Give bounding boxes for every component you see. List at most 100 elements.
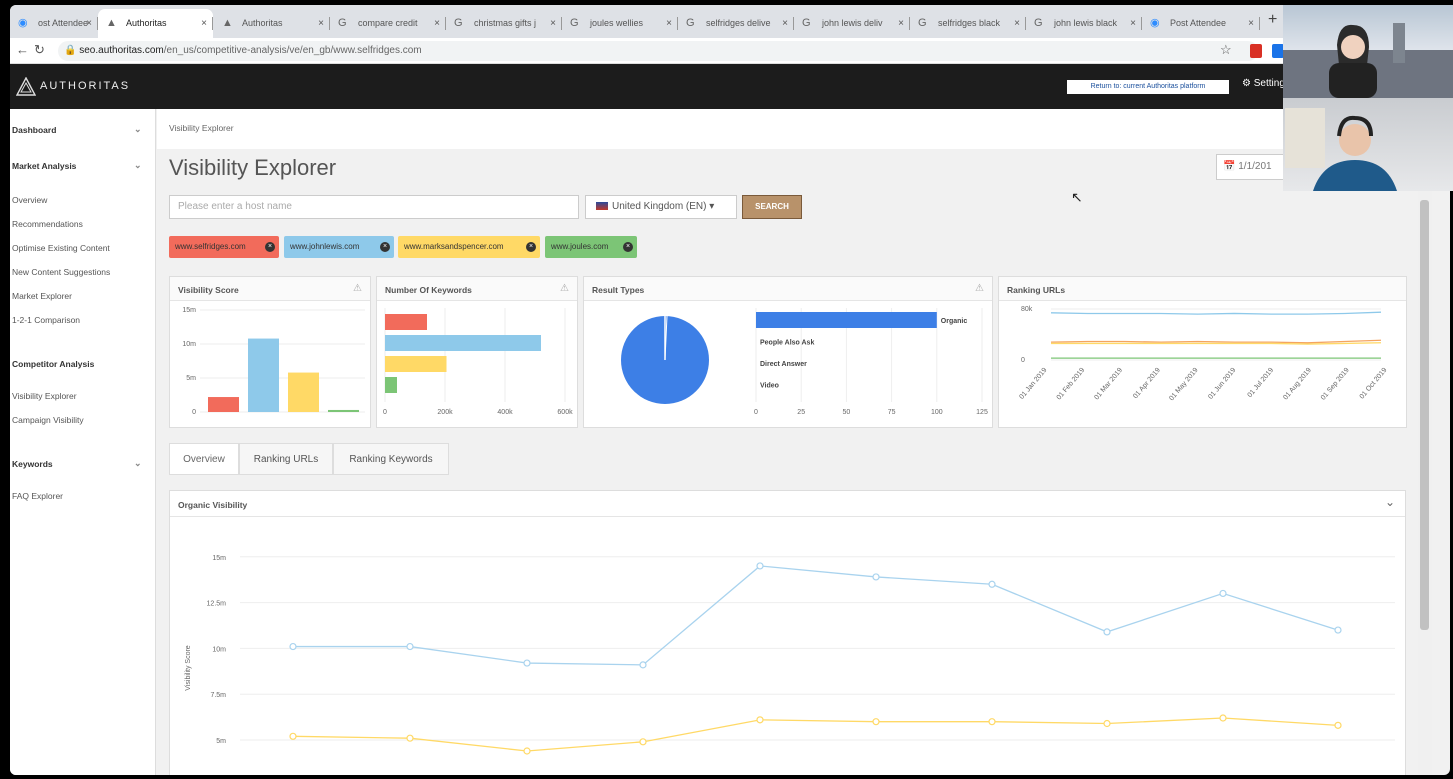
close-tab-icon[interactable]: ×	[1130, 9, 1136, 38]
browser-tab[interactable]: Gjohn lewis black ×	[1026, 9, 1142, 38]
data-point	[756, 562, 764, 570]
sidebar-item[interactable]: 1-2-1 Comparison	[12, 315, 80, 325]
scrollbar-thumb[interactable]	[1420, 200, 1429, 630]
remove-domain-icon[interactable]: ×	[265, 242, 275, 252]
webcam-video	[1283, 98, 1453, 191]
panel-title: Ranking URLs	[999, 277, 1406, 301]
browser-tab[interactable]: Gchristmas gifts j ×	[446, 9, 562, 38]
sidebar-item[interactable]: Overview	[12, 195, 47, 205]
sidebar-section-heading[interactable]: Market Analysis ⌄	[12, 160, 142, 171]
y-axis-label: Visibility Score	[185, 645, 192, 690]
data-point	[872, 718, 880, 726]
extension-icon[interactable]	[1250, 44, 1262, 58]
sidebar-item[interactable]: FAQ Explorer	[12, 491, 63, 501]
webcam-video	[1283, 5, 1453, 98]
tab-label: selfridges delive	[706, 18, 771, 28]
sidebar-section-heading[interactable]: Dashboard ⌄	[12, 124, 142, 135]
search-button[interactable]: SEARCH	[742, 195, 802, 219]
data-point	[1334, 721, 1342, 729]
data-point	[523, 747, 531, 755]
reload-icon[interactable]: ↻	[34, 42, 45, 58]
close-tab-icon[interactable]: ×	[898, 9, 904, 38]
warning-icon[interactable]: ⚠	[560, 283, 569, 294]
domain-chip[interactable]: www.selfridges.com ×	[169, 236, 279, 258]
organic-visibility-panel: Organic Visibility ⌄ 5m7.5m10m12.5m15m17…	[169, 490, 1406, 775]
chevron-down-icon[interactable]: ⌄	[1385, 495, 1395, 509]
sidebar-item[interactable]: Recommendations	[12, 219, 83, 229]
browser-tab[interactable]: Gselfridges black ×	[910, 9, 1026, 38]
google-icon: G	[570, 17, 579, 29]
sidebar-item[interactable]: Visibility Explorer	[12, 391, 77, 401]
bar	[208, 397, 239, 412]
category-label: Video	[760, 383, 779, 390]
sidebar-section-heading[interactable]: Keywords ⌄	[12, 458, 142, 469]
tab-label: ost Attendee	[38, 18, 89, 28]
close-tab-icon[interactable]: ×	[782, 9, 788, 38]
new-tab-icon[interactable]: +	[1268, 11, 1277, 29]
close-tab-icon[interactable]: ×	[1014, 9, 1020, 38]
remove-domain-icon[interactable]: ×	[623, 242, 633, 252]
close-tab-icon[interactable]: ×	[434, 9, 440, 38]
x-tick-label: 75	[888, 409, 896, 416]
data-point	[1219, 589, 1227, 598]
country-value: United Kingdom (EN)	[612, 201, 707, 212]
browser-tab[interactable]: Gjoules wellies ×	[562, 9, 678, 38]
y-tick-label: 0	[192, 409, 196, 416]
ranking-urls-panel: Ranking URLs 0 80k 01 Jan 2019 01 Feb 2019 0…	[998, 276, 1407, 428]
browser-tab[interactable]: ◉ ost Attendee ×	[10, 9, 98, 38]
browser-tab[interactable]: Gcompare credit ×	[330, 9, 446, 38]
browser-tab[interactable]: Gjohn lewis deliv ×	[794, 9, 910, 38]
sidebar-item-label: 1-2-1 Comparison	[12, 315, 81, 325]
domain-chip[interactable]: www.johnlewis.com ×	[284, 236, 394, 258]
back-icon[interactable]: ←	[16, 42, 29, 57]
sidebar-item[interactable]: Market Explorer	[12, 291, 72, 301]
close-tab-icon[interactable]: ×	[201, 9, 207, 38]
series-line	[1050, 339, 1382, 344]
country-select[interactable]: United Kingdom (EN) ▾	[585, 195, 737, 219]
tab-overview[interactable]: Overview	[169, 443, 239, 475]
domain-chip-label: www.selfridges.com	[175, 242, 246, 251]
category-label: Direct Answer	[760, 361, 807, 368]
sidebar-item[interactable]: New Content Suggestions	[12, 267, 110, 277]
sidebar-section-heading[interactable]: Competitor Analysis	[12, 359, 94, 369]
data-point	[1219, 714, 1227, 722]
sidebar-item[interactable]: Optimise Existing Content	[12, 243, 110, 253]
close-tab-icon[interactable]: ×	[1248, 9, 1254, 38]
address-bar-row: ← ↻ 🔒 seo.authoritas.com/en_us/competiti…	[10, 38, 1450, 64]
mouse-cursor-icon: ↖	[1071, 189, 1083, 205]
tab-ranking-keywords[interactable]: Ranking Keywords	[333, 443, 449, 475]
y-tick-label: 15m	[182, 307, 196, 314]
google-icon: G	[338, 17, 347, 29]
browser-tab[interactable]: ▲ Authoritas ×	[214, 9, 330, 38]
close-tab-icon[interactable]: ×	[550, 9, 556, 38]
browser-tab[interactable]: ◉ Post Attendee ×	[1142, 9, 1260, 38]
x-tick-label: 200k	[437, 409, 453, 416]
browser-tab[interactable]: ▲ Authoritas ×	[98, 9, 213, 38]
close-tab-icon[interactable]: ×	[318, 9, 324, 38]
tab-ranking-urls[interactable]: Ranking URLs	[239, 443, 333, 475]
warning-icon[interactable]: ⚠	[353, 283, 362, 294]
url-input[interactable]: 🔒 seo.authoritas.com/en_us/competitive-a…	[58, 41, 1258, 61]
close-tab-icon[interactable]: ×	[666, 9, 672, 38]
zoom-icon: ◉	[1150, 17, 1160, 29]
sidebar-item-label: Competitor Analysis	[12, 359, 95, 369]
x-tick-label: 01 Jul 2019	[1247, 367, 1276, 399]
result-types-panel: Result Types ⚠ 0 25 50 75 100 125 Organic Peopl…	[583, 276, 993, 428]
close-tab-icon[interactable]: ×	[86, 9, 92, 38]
data-point	[988, 580, 996, 588]
y-tick-label: 7.5m	[210, 692, 226, 699]
series-line	[293, 565, 1339, 666]
browser-tab[interactable]: Gselfridges delive ×	[678, 9, 794, 38]
x-tick-label: 01 Apr 2019	[1132, 367, 1162, 401]
domain-chip[interactable]: www.joules.com ×	[545, 236, 637, 258]
remove-domain-icon[interactable]: ×	[526, 242, 536, 252]
host-name-input[interactable]: Please enter a host name	[169, 195, 579, 219]
webcam-person	[1283, 23, 1453, 98]
sidebar-item-label: Keywords	[12, 459, 53, 469]
domain-chip[interactable]: www.marksandspencer.com ×	[398, 236, 540, 258]
return-platform-button[interactable]: Return to: current Authoritas platform	[1067, 80, 1229, 94]
warning-icon[interactable]: ⚠	[975, 283, 984, 294]
sidebar-item[interactable]: Campaign Visibility	[12, 415, 84, 425]
remove-domain-icon[interactable]: ×	[380, 242, 390, 252]
bookmark-star-icon[interactable]: ☆	[1220, 42, 1232, 58]
